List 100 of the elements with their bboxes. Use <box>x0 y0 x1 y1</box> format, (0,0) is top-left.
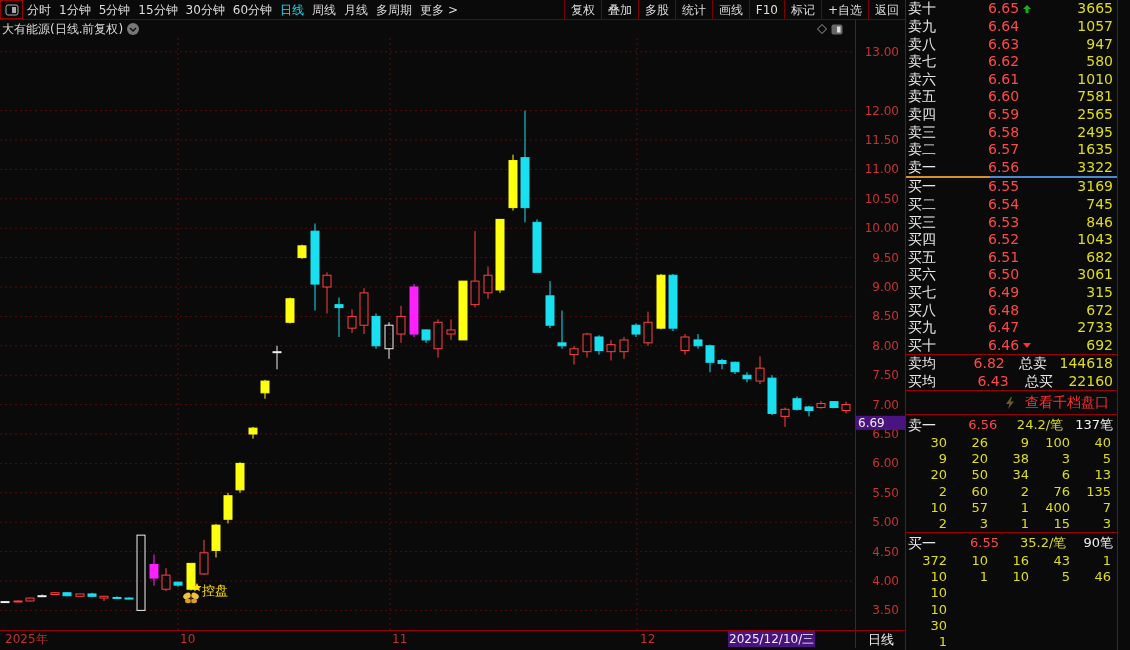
price-axis-label: 9.00 <box>872 280 899 294</box>
order-size: 13 <box>1093 467 1111 484</box>
candlestick <box>37 594 47 598</box>
chevron-down-icon[interactable] <box>127 23 140 35</box>
price-axis-label: 7.00 <box>872 397 899 412</box>
candlestick <box>285 297 295 324</box>
price-value: 6.65 <box>988 0 1021 18</box>
price-value: 6.60 <box>988 88 1021 106</box>
candlestick <box>0 600 10 604</box>
period-tab[interactable]: 5分钟 <box>94 0 135 19</box>
price-axis-label: 6.50 <box>872 427 899 441</box>
volume-value: 22160 <box>1068 373 1114 391</box>
candlestick <box>656 273 666 330</box>
candlestick <box>631 322 641 338</box>
order-size: 1 <box>978 569 988 586</box>
diamond-icon[interactable] <box>817 24 827 34</box>
more-button[interactable]: 更多 > <box>416 0 462 19</box>
marker-label: 控盘 <box>202 583 228 598</box>
period-tab[interactable]: 日线 <box>276 0 309 19</box>
period-tab[interactable]: 月线 <box>340 0 373 19</box>
panel-icon[interactable] <box>0 0 23 19</box>
order-size: 10 <box>1011 569 1029 586</box>
price-value: 6.64 <box>988 17 1021 35</box>
volume-value: 3322 <box>1076 158 1114 176</box>
price-axis-label: 11.00 <box>864 162 899 177</box>
volume-value: 315 <box>1085 284 1114 302</box>
order-size: 16 <box>1011 553 1029 570</box>
candlestick <box>359 287 369 335</box>
period-tab[interactable]: 30分钟 <box>181 0 229 19</box>
panel-icon[interactable] <box>831 23 843 35</box>
order-size: 5 <box>1101 451 1111 468</box>
butterfly-icon <box>183 592 199 604</box>
chart-title: 大有能源(日线.前复权) <box>2 21 124 38</box>
volume-value: 2565 <box>1076 105 1114 123</box>
volume-value: 3665 <box>1076 0 1114 18</box>
order-size: 40 <box>1093 435 1111 452</box>
toolbar-button[interactable]: 复权 <box>563 0 601 19</box>
level-label: 卖八 <box>908 35 937 53</box>
period-tab[interactable]: 分时 <box>23 0 55 19</box>
order-size: 76 <box>1052 483 1070 500</box>
candlestick <box>557 310 567 350</box>
toolbar-button[interactable]: +自选 <box>820 0 868 19</box>
toolbar-button[interactable]: 画线 <box>711 0 749 19</box>
current-price-label: 6.69 <box>856 415 905 430</box>
order-size: 7 <box>1101 499 1111 516</box>
candlestick <box>260 379 270 400</box>
toolbar-button[interactable]: 统计 <box>674 0 712 19</box>
order-size: 60 <box>970 483 988 500</box>
order-size: 3 <box>1060 451 1070 468</box>
toolbar-button[interactable]: 叠加 <box>600 0 638 19</box>
level-label: 买四 <box>908 231 937 249</box>
toolbar-button[interactable]: 多股 <box>637 0 675 19</box>
candlestick <box>235 461 245 494</box>
period-tab[interactable]: 60分钟 <box>228 0 277 19</box>
order-size: 3 <box>1101 515 1111 533</box>
depth-view-link[interactable]: 查看千档盘口 <box>1025 392 1109 414</box>
candlestick <box>173 581 183 588</box>
volume-value: 1635 <box>1076 141 1114 159</box>
candlestick <box>705 344 715 373</box>
candlestick <box>816 400 826 410</box>
toolbar-button[interactable]: F10 <box>748 0 784 19</box>
price-axis-label: 13.00 <box>864 44 899 59</box>
order-size: 34 <box>1011 467 1029 484</box>
candlestick <box>13 599 23 603</box>
candlestick <box>297 244 307 260</box>
order-size: 9 <box>1019 435 1029 452</box>
level-label: 卖七 <box>908 53 937 71</box>
price-value: 6.54 <box>988 196 1021 213</box>
period-tab[interactable]: 1分钟 <box>55 0 95 19</box>
volume-value: 1010 <box>1076 70 1114 88</box>
price-axis-label: 10.00 <box>864 221 899 236</box>
volume-value: 2733 <box>1076 319 1114 337</box>
order-size: 1 <box>1019 515 1029 533</box>
price-axis-label: 12.00 <box>864 103 899 118</box>
candlestick <box>594 334 604 356</box>
toolbar-button[interactable]: 标记 <box>783 0 821 19</box>
level-label: 买七 <box>908 284 937 302</box>
candlestick <box>272 345 282 370</box>
period-tab[interactable]: 周线 <box>308 0 341 19</box>
candlestick <box>409 283 419 338</box>
candlestick <box>433 318 443 359</box>
order-size: 10 <box>929 585 947 602</box>
summary-label: 买均 <box>908 373 937 391</box>
price-value: 6.49 <box>988 284 1021 302</box>
order-size: 50 <box>970 467 988 484</box>
order-size: 30 <box>929 435 947 452</box>
order-size: 372 <box>921 553 947 570</box>
volume-value: 1043 <box>1076 231 1114 249</box>
toolbar-button[interactable]: 返回 <box>868 0 905 19</box>
volume-value: 846 <box>1085 213 1114 231</box>
level-label: 买五 <box>908 248 937 266</box>
order-count: 90笔 <box>1082 534 1114 553</box>
volume-value: 580 <box>1085 53 1114 71</box>
period-tab[interactable]: 15分钟 <box>134 0 182 19</box>
candlestick <box>75 593 85 597</box>
candlestick <box>483 265 493 300</box>
candlestick <box>161 567 171 592</box>
price-value: 6.48 <box>988 301 1021 319</box>
period-tab[interactable]: 多周期 <box>372 0 417 19</box>
lightning-icon <box>1005 396 1015 409</box>
